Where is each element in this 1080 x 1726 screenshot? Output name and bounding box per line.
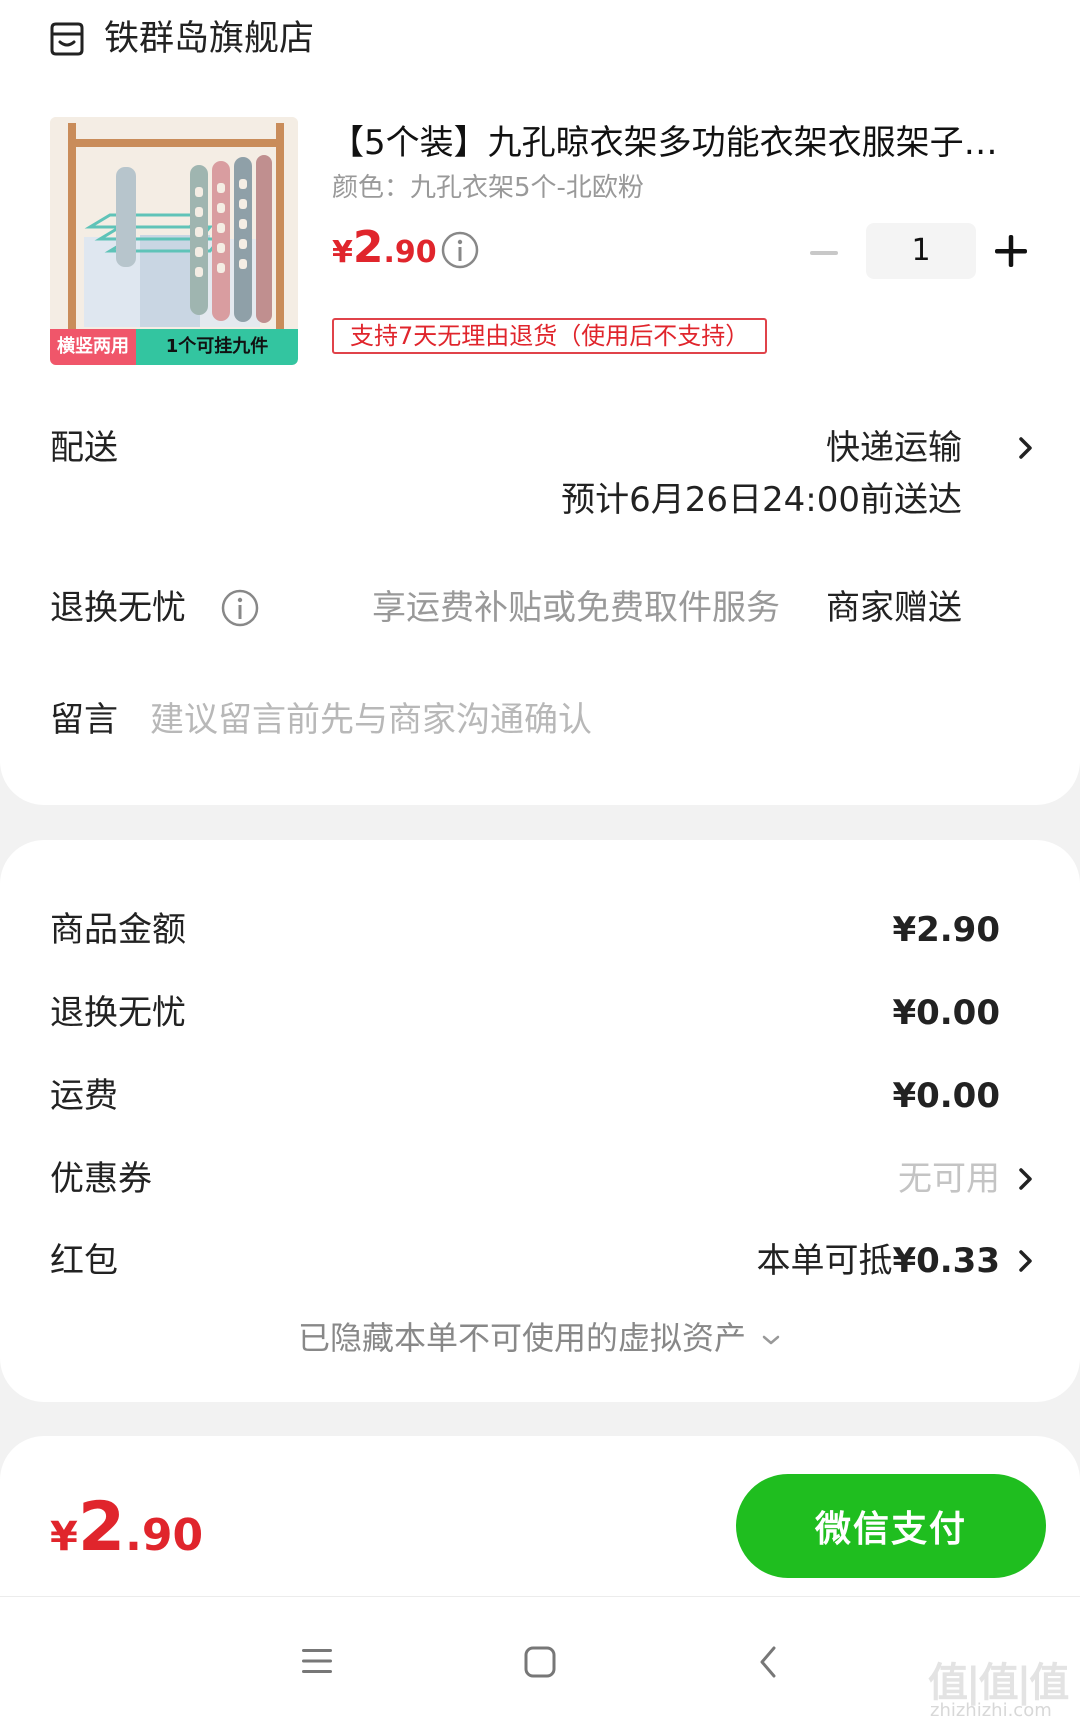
info-icon[interactable] [220,588,260,628]
coupon-value[interactable]: 无可用 [898,1155,1000,1203]
delivery-method[interactable]: 快递运输 [826,424,962,472]
return-policy-badge: 支持7天无理由退货（使用后不支持） [332,318,768,354]
price-integer: 2 [352,222,384,273]
quantity-value[interactable]: 1 [866,223,976,279]
image-tag-left: 横竖两用 [50,329,136,365]
message-label: 留言 [50,700,118,740]
total-price: ¥2.90 [50,1488,203,1567]
product-image[interactable]: 横竖两用 1个可挂九件 [50,117,298,365]
total-decimal: .90 [125,1510,204,1561]
hidden-assets-toggle[interactable]: 已隐藏本单不可使用的虚拟资产 [0,1314,1080,1362]
return-service-label: 退换无忧 [50,588,186,628]
minus-icon[interactable] [808,242,840,264]
shipping-fee-label: 运费 [50,1076,118,1116]
image-tag-right: 1个可挂九件 [136,329,298,365]
order-item-card: 铁群岛旗舰店 横竖两用 1个可挂九件 【5个装】九孔晾衣架多功能衣架衣服架子收纳… [0,0,1080,805]
plus-icon[interactable] [993,233,1029,269]
message-input[interactable] [150,696,970,744]
back-icon[interactable] [756,1644,780,1680]
red-packet-value[interactable]: 本单可抵¥0.33 [756,1237,1000,1285]
chevron-down-icon [762,1335,780,1345]
return-service-desc: 享运费补贴或免费取件服务 [372,588,780,628]
red-packet-prefix: 本单可抵 [756,1241,893,1281]
info-icon[interactable] [440,230,480,270]
delivery-label: 配送 [50,428,118,468]
price-decimal: .90 [383,235,437,270]
hanger-illustration [50,117,298,329]
shipping-fee-value: ¥0.00 [892,1076,1000,1116]
watermark-url: zhizhizhi.com [930,1700,1052,1721]
return-service-value: 商家赠送 [826,588,962,628]
total-integer: 2 [77,1488,126,1567]
product-title[interactable]: 【5个装】九孔晾衣架多功能衣架衣服架子收纳神器 [330,118,1030,168]
wechat-pay-button[interactable]: 微信支付 [736,1474,1046,1578]
product-variant[interactable]: 颜色：九孔衣架5个-北欧粉 [332,168,644,208]
delivery-eta: 预计6月26日24:00前送达 [561,480,962,520]
home-icon[interactable] [523,1645,557,1679]
store-icon [50,22,84,56]
store-name[interactable]: 铁群岛旗舰店 [104,14,314,64]
hidden-assets-text: 已隐藏本单不可使用的虚拟资产 [297,1319,746,1357]
total-currency: ¥ [50,1514,78,1560]
menu-icon[interactable] [300,1646,334,1676]
return-fee-value: ¥0.00 [892,993,1000,1033]
return-fee-label: 退换无忧 [50,993,186,1033]
goods-amount-value: ¥2.90 [892,910,1000,950]
coupon-label: 优惠券 [50,1159,152,1199]
chevron-right-icon[interactable] [1016,433,1036,463]
red-packet-amount: ¥0.33 [892,1241,1000,1281]
goods-amount-label: 商品金额 [50,910,186,950]
product-price: ¥2.90 [332,222,437,273]
red-packet-label: 红包 [50,1241,118,1281]
chevron-right-icon[interactable] [1016,1246,1036,1276]
chevron-right-icon[interactable] [1016,1164,1036,1194]
price-currency: ¥ [332,235,353,270]
